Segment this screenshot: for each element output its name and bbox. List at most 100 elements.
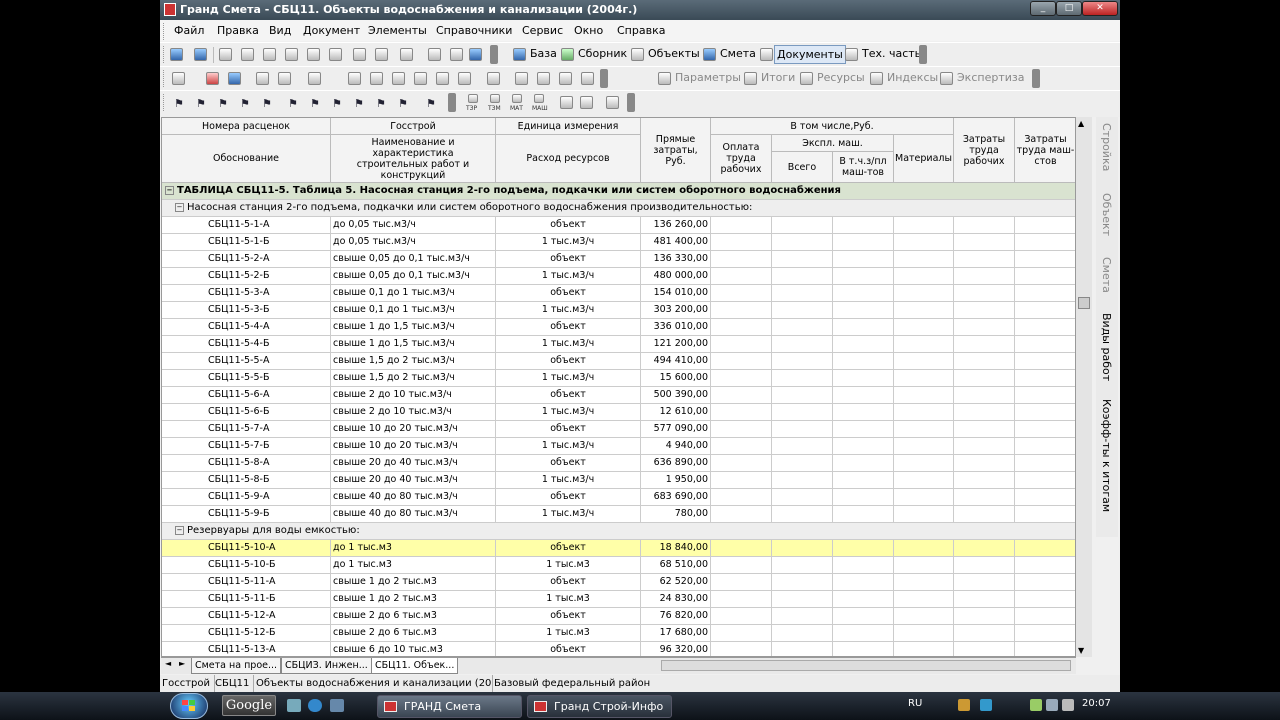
cell-name[interactable]: до 0,05 тыс.м3/ч	[331, 234, 496, 251]
cell-empty[interactable]	[1015, 472, 1075, 489]
calc-icon[interactable]	[228, 72, 241, 85]
cell-code[interactable]: СБЦ11-5-6-А	[162, 387, 331, 404]
cell-name[interactable]: до 1 тыс.м3	[331, 540, 496, 557]
cell-empty[interactable]	[1015, 574, 1075, 591]
cell-empty[interactable]	[711, 557, 772, 574]
table-row[interactable]: СБЦ11-5-2-А свыше 0,05 до 0,1 тыс.м3/ч объ…	[162, 251, 1075, 268]
cell-name[interactable]: свыше 20 до 40 тыс.м3/ч	[331, 455, 496, 472]
maximize-button[interactable]: □	[1056, 1, 1082, 16]
cell-empty[interactable]	[833, 251, 894, 268]
tzr-icon[interactable]	[468, 94, 478, 103]
col-header-pryamye[interactable]: Прямые затраты, Руб.	[641, 118, 711, 183]
menu-view[interactable]: Вид	[269, 24, 291, 37]
cell-cost[interactable]: 76 820,00	[641, 608, 711, 625]
cell-cost[interactable]: 24 830,00	[641, 591, 711, 608]
section-header[interactable]: − Насосная станция 2-го подъема, подкачки…	[162, 200, 1075, 217]
cell-cost[interactable]: 154 010,00	[641, 285, 711, 302]
cell-empty[interactable]	[833, 625, 894, 642]
cell-unit[interactable]: объект	[496, 421, 641, 438]
cell-unit[interactable]: объект	[496, 540, 641, 557]
tray-icon[interactable]	[980, 699, 992, 711]
toolbar-chevron[interactable]	[490, 45, 498, 64]
indexes-icon[interactable]	[870, 72, 883, 85]
tab-sbciz[interactable]: СБЦИЗ. Инжен...	[281, 658, 372, 674]
grid-icon[interactable]	[400, 48, 413, 61]
cell-empty[interactable]	[711, 285, 772, 302]
insert-icon[interactable]	[256, 72, 269, 85]
cell-cost[interactable]: 500 390,00	[641, 387, 711, 404]
cell-empty[interactable]	[894, 506, 954, 523]
cell-name[interactable]: до 1 тыс.м3	[331, 557, 496, 574]
cell-unit[interactable]: объект	[496, 455, 641, 472]
cell-name[interactable]: свыше 2 до 6 тыс.м3	[331, 608, 496, 625]
taskbar-grand-stroy[interactable]: Гранд Строй-Инфо	[527, 695, 672, 718]
resources-icon[interactable]	[800, 72, 813, 85]
cell-unit[interactable]: объект	[496, 387, 641, 404]
cell-empty[interactable]	[711, 506, 772, 523]
cell-empty[interactable]	[833, 608, 894, 625]
save-icon[interactable]	[194, 48, 207, 61]
cell-empty[interactable]	[772, 506, 833, 523]
col-header-vtom[interactable]: В том числе,Руб.	[711, 118, 954, 135]
cell-cost[interactable]: 683 690,00	[641, 489, 711, 506]
cell-unit[interactable]: 1 тыс.м3/ч	[496, 302, 641, 319]
flag-icon[interactable]: ⚑	[376, 97, 386, 110]
cell-empty[interactable]	[711, 370, 772, 387]
obekty-button[interactable]: Объекты	[648, 47, 700, 60]
cell-unit[interactable]: объект	[496, 489, 641, 506]
cell-empty[interactable]	[894, 217, 954, 234]
cell-unit[interactable]: объект	[496, 251, 641, 268]
cell-empty[interactable]	[711, 642, 772, 656]
itogi-button[interactable]: Итоги	[761, 71, 795, 84]
table-row[interactable]: СБЦ11-5-7-А свыше 10 до 20 тыс.м3/ч объект…	[162, 421, 1075, 438]
cell-empty[interactable]	[894, 336, 954, 353]
redo-icon[interactable]	[307, 48, 320, 61]
collapse-icon[interactable]: −	[175, 202, 184, 212]
cell-name[interactable]: свыше 1,5 до 2 тыс.м3/ч	[331, 370, 496, 387]
database-icon[interactable]	[513, 48, 526, 61]
cell-empty[interactable]	[772, 302, 833, 319]
cell-cost[interactable]: 780,00	[641, 506, 711, 523]
start-button[interactable]	[170, 693, 208, 719]
cell-empty[interactable]	[1015, 234, 1075, 251]
cell-empty[interactable]	[833, 370, 894, 387]
cell-name[interactable]: свыше 6 до 10 тыс.м3	[331, 642, 496, 656]
col-header-zatraty-rab[interactable]: Затраты труда рабочих	[954, 118, 1015, 183]
cell-empty[interactable]	[772, 217, 833, 234]
cell-name[interactable]: свыше 20 до 40 тыс.м3/ч	[331, 472, 496, 489]
table-row[interactable]: СБЦ11-5-1-А до 0,05 тыс.м3/ч объект 136 260…	[162, 217, 1075, 234]
menu-file[interactable]: Файл	[174, 24, 204, 37]
smeta-button[interactable]: Смета	[720, 47, 756, 60]
cell-empty[interactable]	[954, 506, 1015, 523]
menu-elements[interactable]: Элементы	[368, 24, 427, 37]
tray-icon[interactable]	[958, 699, 970, 711]
sidebar-tab-koeff[interactable]: Коэфф-ты к итогам	[1100, 399, 1113, 512]
cell-empty[interactable]	[894, 642, 954, 656]
table-row[interactable]: СБЦ11-5-8-А свыше 20 до 40 тыс.м3/ч объект…	[162, 455, 1075, 472]
table-row[interactable]: СБЦ11-5-11-Б свыше 1 до 2 тыс.м3 1 тыс.м3 2…	[162, 591, 1075, 608]
col-header-vtch[interactable]: В т.ч.з/пл маш-тов	[833, 152, 894, 183]
cell-cost[interactable]: 480 000,00	[641, 268, 711, 285]
cell-empty[interactable]	[894, 540, 954, 557]
volume-icon[interactable]	[1062, 699, 1074, 711]
cell-empty[interactable]	[894, 302, 954, 319]
cell-empty[interactable]	[772, 387, 833, 404]
vertical-scrollbar[interactable]: ▲ ▼	[1076, 117, 1092, 657]
cell-empty[interactable]	[1015, 387, 1075, 404]
table-row[interactable]: СБЦ11-5-12-Б свыше 2 до 6 тыс.м3 1 тыс.м3 1…	[162, 625, 1075, 642]
flag-icon[interactable]: ⚑	[288, 97, 298, 110]
cell-cost[interactable]: 121 200,00	[641, 336, 711, 353]
cell-unit[interactable]: 1 тыс.м3/ч	[496, 438, 641, 455]
add-row-icon[interactable]	[370, 72, 383, 85]
clock[interactable]: 20:07	[1082, 698, 1111, 709]
table-row[interactable]: СБЦ11-5-1-Б до 0,05 тыс.м3/ч 1 тыс.м3/ч 481…	[162, 234, 1075, 251]
close-button[interactable]: ✕	[1082, 1, 1118, 16]
cell-empty[interactable]	[894, 472, 954, 489]
ekspertiza-button[interactable]: Экспертиза	[957, 71, 1024, 84]
table-row[interactable]: СБЦ11-5-12-А свыше 2 до 6 тыс.м3 объект 76 …	[162, 608, 1075, 625]
cell-empty[interactable]	[1015, 370, 1075, 387]
cell-empty[interactable]	[954, 319, 1015, 336]
cell-empty[interactable]	[772, 591, 833, 608]
cell-empty[interactable]	[833, 591, 894, 608]
menu-edit[interactable]: Правка	[217, 24, 259, 37]
